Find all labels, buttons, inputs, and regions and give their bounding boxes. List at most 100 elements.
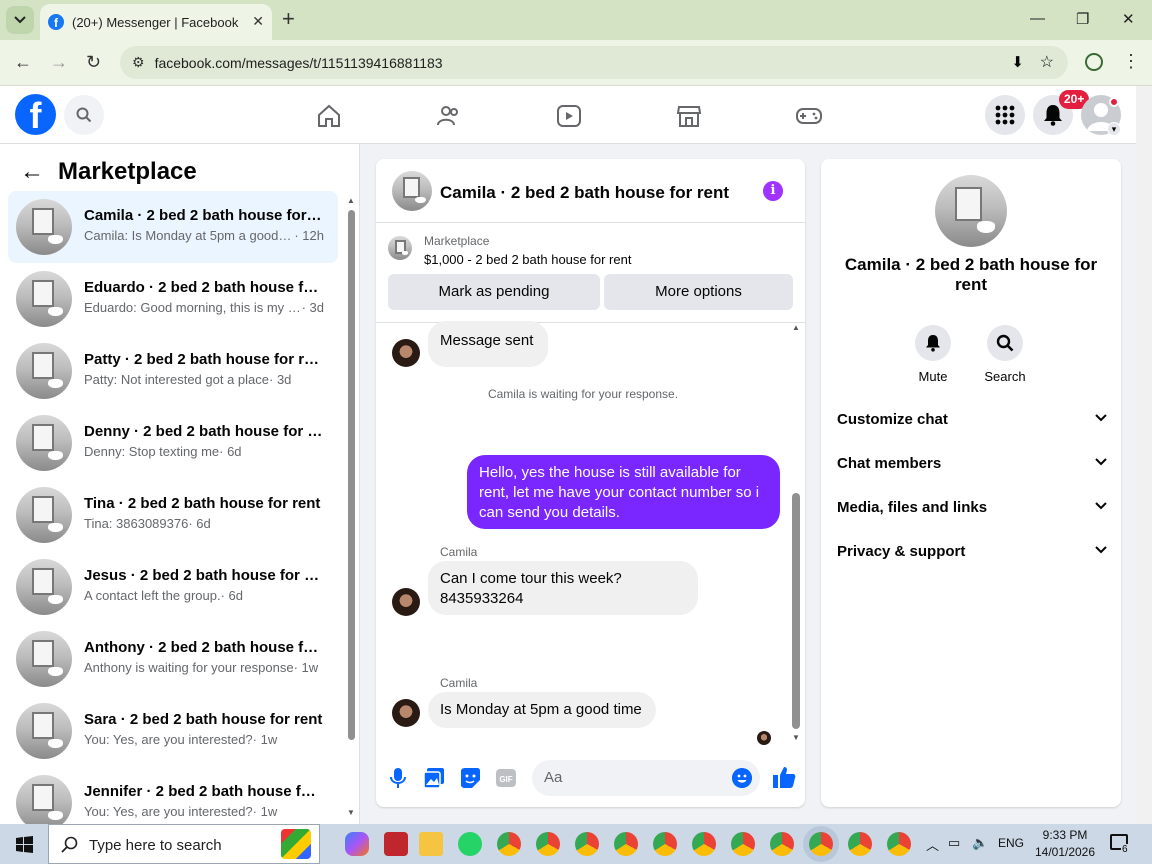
scroll-up-icon[interactable]: ▲: [347, 196, 355, 205]
chevron-down-icon: [1095, 546, 1107, 554]
file-explorer-icon[interactable]: [419, 832, 443, 856]
contact-avatar[interactable]: [392, 339, 420, 367]
details-avatar[interactable]: [935, 175, 1007, 247]
chrome-profile-icon[interactable]: [770, 832, 794, 856]
back-arrow-icon[interactable]: ←: [20, 158, 44, 186]
conversation-item[interactable]: Eduardo · 2 bed 2 bath house for rent Edu…: [8, 263, 338, 335]
microphone-icon[interactable]: [387, 767, 409, 789]
tab-search-button[interactable]: [6, 6, 34, 34]
contact-avatar[interactable]: [392, 699, 420, 727]
facebook-logo-icon[interactable]: f: [15, 94, 56, 135]
chat-title[interactable]: Camila · 2 bed 2 bath house for rent: [440, 183, 729, 203]
back-icon[interactable]: ←: [14, 52, 32, 73]
reload-icon[interactable]: ↻: [86, 52, 101, 73]
friends-icon[interactable]: [436, 103, 462, 129]
search-highlight-icon[interactable]: [281, 829, 311, 859]
chrome-profile-icon[interactable]: [614, 832, 638, 856]
tab-close-icon[interactable]: ✕: [252, 13, 264, 30]
chrome-profile-icon[interactable]: [692, 832, 716, 856]
whatsapp-icon[interactable]: [458, 832, 482, 856]
scroll-down-icon[interactable]: ▼: [792, 733, 800, 742]
bookmark-star-icon[interactable]: ☆: [1040, 52, 1054, 72]
marketplace-icon[interactable]: [676, 103, 702, 129]
browser-tab[interactable]: f (20+) Messenger | Facebook ✕: [40, 4, 272, 40]
conversation-item[interactable]: Patty · 2 bed 2 bath house for rent Patty…: [8, 335, 338, 407]
customize-chat-section[interactable]: Customize chat: [837, 408, 1107, 432]
minimize-icon[interactable]: —: [1030, 10, 1045, 27]
volume-icon[interactable]: 🔈: [972, 835, 988, 851]
close-window-icon[interactable]: ✕: [1122, 10, 1135, 28]
conversation-item[interactable]: Anthony · 2 bed 2 bath house for rent Ant…: [8, 623, 338, 695]
conversation-item[interactable]: Camila · 2 bed 2 bath house for rent Cami…: [8, 191, 338, 263]
chrome-profile-icon[interactable]: [536, 832, 560, 856]
menu-grid-button[interactable]: [985, 95, 1025, 135]
bell-icon: [926, 335, 940, 352]
sidebar-scroll-thumb[interactable]: [348, 210, 355, 740]
gif-icon[interactable]: GIF: [495, 767, 517, 789]
emoji-icon[interactable]: [732, 768, 752, 788]
browser-menu-icon[interactable]: ⋮: [1122, 51, 1140, 72]
search-conversation-button[interactable]: Search: [975, 325, 1035, 384]
media-files-links-section[interactable]: Media, files and links: [837, 496, 1107, 520]
conversation-name: Denny · 2 bed 2 bath house for rent: [84, 423, 324, 440]
more-options-button[interactable]: More options: [604, 274, 793, 310]
address-bar[interactable]: ⚙ facebook.com/messages/t/11511394168811…: [120, 46, 1068, 79]
mark-as-pending-button[interactable]: Mark as pending: [388, 274, 600, 310]
chrome-profile-icon[interactable]: [653, 832, 677, 856]
chrome-profile-icon[interactable]: [575, 832, 599, 856]
listing-price[interactable]: $1,000 - 2 bed 2 bath house for rent: [424, 252, 631, 267]
chrome-profile-icon[interactable]: [887, 832, 911, 856]
conversation-item[interactable]: Sara · 2 bed 2 bath house for rent You: Y…: [8, 695, 338, 767]
language-indicator[interactable]: ENG: [998, 836, 1024, 850]
sticker-icon[interactable]: [459, 767, 481, 789]
copilot-icon[interactable]: [345, 832, 369, 856]
conversation-item[interactable]: Tina · 2 bed 2 bath house for rent Tina: …: [8, 479, 338, 551]
listing-thumbnail[interactable]: [388, 236, 412, 260]
chat-members-section[interactable]: Chat members: [837, 452, 1107, 476]
home-icon[interactable]: [316, 103, 342, 129]
message-bubble[interactable]: Message sent: [428, 321, 548, 367]
chat-avatar[interactable]: [392, 171, 432, 211]
conversation-item[interactable]: Denny · 2 bed 2 bath house for rent Denny…: [8, 407, 338, 479]
privacy-support-section[interactable]: Privacy & support: [837, 540, 1107, 564]
photo-icon[interactable]: [423, 767, 445, 789]
profile-icon[interactable]: [1085, 53, 1103, 71]
page-scrollbar[interactable]: [1136, 86, 1152, 824]
tray-overflow-icon[interactable]: ︿: [926, 835, 939, 854]
sidebar-scrollbar[interactable]: ▲ ▼: [346, 196, 356, 822]
thumbs-up-icon[interactable]: [772, 765, 796, 789]
chrome-profile-icon-active[interactable]: [809, 832, 833, 856]
video-icon[interactable]: [556, 103, 582, 129]
account-chevron-icon[interactable]: ▾: [1107, 122, 1121, 136]
tube-app-icon[interactable]: [384, 832, 408, 856]
conversation-item[interactable]: Jesus · 2 bed 2 bath house for rent A con…: [8, 551, 338, 623]
message-bubble[interactable]: Is Monday at 5pm a good time: [428, 692, 656, 728]
contact-avatar[interactable]: [392, 588, 420, 616]
message-input[interactable]: Aa: [532, 760, 760, 796]
chat-scrollbar[interactable]: ▲ ▼: [790, 323, 802, 747]
chrome-profile-icon[interactable]: [731, 832, 755, 856]
facebook-search-button[interactable]: [64, 95, 104, 135]
outgoing-message-bubble[interactable]: Hello, yes the house is still available …: [467, 455, 780, 529]
site-info-icon[interactable]: ⚙: [132, 54, 145, 71]
message-bubble[interactable]: Can I come tour this week? 8435933264: [428, 561, 698, 615]
mute-button[interactable]: Mute: [903, 325, 963, 384]
windows-start-icon[interactable]: [16, 836, 33, 853]
taskbar-search[interactable]: Type here to search: [48, 824, 320, 864]
conversation-avatar: [16, 775, 72, 831]
scroll-up-icon[interactable]: ▲: [792, 323, 800, 332]
scroll-down-icon[interactable]: ▼: [347, 808, 355, 817]
taskbar-clock[interactable]: 9:33 PM 14/01/2026: [1030, 827, 1100, 861]
chat-scroll-thumb[interactable]: [792, 493, 800, 729]
new-tab-button[interactable]: +: [282, 7, 295, 31]
chrome-profile-icon[interactable]: [848, 832, 872, 856]
install-app-icon[interactable]: ⬇: [1011, 53, 1024, 71]
chrome-profile-icon[interactable]: [497, 832, 521, 856]
restore-icon[interactable]: ❐: [1076, 10, 1089, 28]
forward-icon[interactable]: →: [50, 52, 68, 73]
conversation-name: Jesus · 2 bed 2 bath house for rent: [84, 567, 324, 584]
gaming-icon[interactable]: [796, 103, 822, 129]
info-icon[interactable]: i: [763, 181, 783, 201]
url-text[interactable]: facebook.com/messages/t/1151139416881183: [155, 55, 443, 71]
network-icon[interactable]: ▭: [948, 835, 960, 851]
